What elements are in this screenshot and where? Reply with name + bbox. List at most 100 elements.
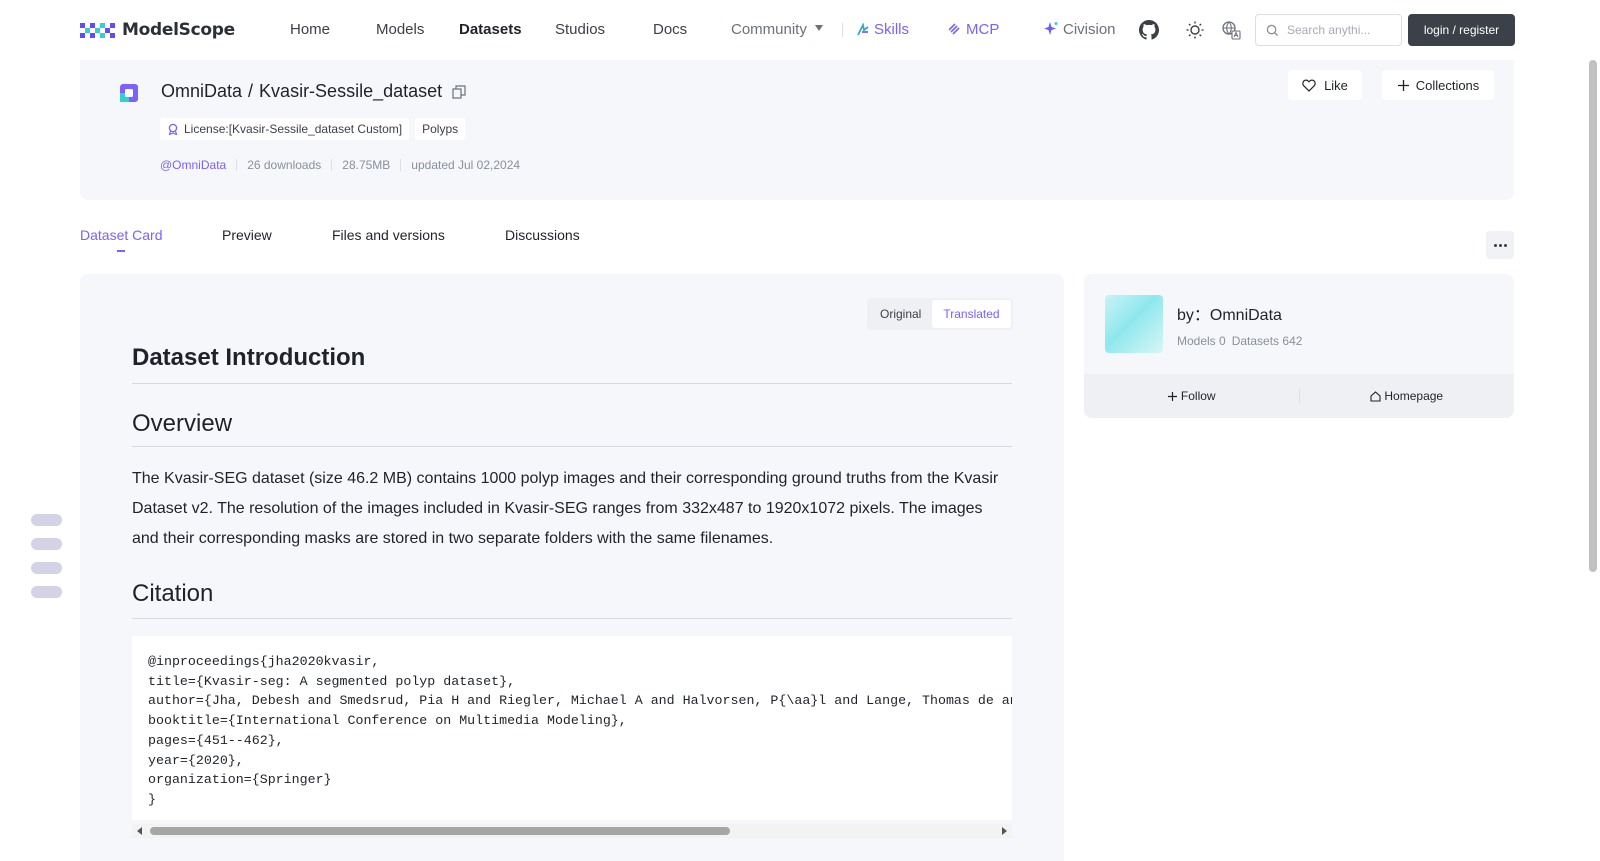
copy-icon[interactable] [452, 84, 466, 99]
dataset-owner-name[interactable]: OmniData [161, 81, 242, 102]
outline-bar [31, 562, 62, 574]
ellipsis-dot [1503, 243, 1507, 247]
tab-files-and-versions[interactable]: Files and versions [332, 227, 445, 243]
login-register-button[interactable]: login / register [1408, 14, 1515, 46]
toggle-translated[interactable]: Translated [932, 300, 1011, 328]
dataset-header: OmniData / Kvasir-Sessile_dataset Licens… [80, 60, 1514, 200]
page-scrollbar-thumb[interactable] [1589, 60, 1597, 572]
owner-link[interactable]: @OmniData [160, 158, 226, 172]
plus-icon [1167, 391, 1177, 401]
heading-divider [132, 383, 1012, 384]
dataset-card-content: Original Translated Dataset Introduction… [80, 274, 1064, 861]
license-tag[interactable]: License:[Kvasir-Sessile_dataset Custom] [160, 118, 410, 140]
active-tab-indicator [117, 250, 125, 252]
nav-docs[interactable]: Docs [653, 20, 687, 40]
brand-name: ModelScope [122, 20, 235, 40]
modelscope-logo[interactable]: ModelScope [80, 18, 235, 42]
author-name[interactable]: by：OmniData [1177, 301, 1282, 325]
nav-civision[interactable]: Civision [1043, 20, 1116, 40]
topic-tag[interactable]: Polyps [415, 118, 466, 140]
search-box[interactable] [1255, 14, 1402, 46]
nav-mcp[interactable]: MCP [946, 20, 999, 40]
like-label: Like [1324, 77, 1348, 93]
dataset-title: OmniData / Kvasir-Sessile_dataset [161, 81, 466, 102]
skills-icon [857, 23, 869, 36]
scroll-right-arrow[interactable] [1002, 827, 1007, 835]
citation-heading: Citation [132, 580, 214, 607]
author-stats: Models 0 Datasets 642 [1177, 334, 1302, 348]
updated-date: updated Jul 02,2024 [411, 158, 521, 172]
home-icon [1370, 390, 1381, 402]
nav-civision-label: Civision [1063, 21, 1116, 38]
dataset-name: Kvasir-Sessile_dataset [259, 81, 443, 101]
title-separator: / [248, 81, 254, 101]
author-avatar[interactable] [1105, 295, 1163, 353]
scrollbar-thumb[interactable] [150, 827, 730, 835]
collections-button[interactable]: Collections [1382, 70, 1494, 100]
meta-divider [236, 159, 238, 171]
download-count: 26 downloads [247, 158, 322, 172]
search-icon [1266, 24, 1279, 36]
dataset-size: 28.75MB [342, 158, 391, 172]
outline-bar [31, 538, 62, 550]
outline-bar [31, 586, 62, 598]
follow-label: Follow [1180, 389, 1216, 403]
meta-divider [400, 159, 402, 171]
author-actions: Follow Homepage [1084, 374, 1514, 418]
language-icon[interactable] [1220, 19, 1242, 41]
tab-discussions[interactable]: Discussions [505, 227, 580, 243]
more-options-button[interactable] [1486, 231, 1514, 259]
dataset-tags: License:[Kvasir-Sessile_dataset Custom] … [160, 118, 466, 140]
tab-dataset-card[interactable]: Dataset Card [80, 227, 162, 243]
citation-code-block[interactable]: @inproceedings{jha2020kvasir, title={Kva… [132, 636, 1012, 820]
page-scrollbar[interactable] [1586, 60, 1600, 861]
heading-divider [132, 618, 1012, 619]
search-input[interactable] [1287, 23, 1397, 37]
nav-studios[interactable]: Studios [555, 20, 605, 40]
author-datasets-count: Datasets 642 [1231, 334, 1303, 348]
dataset-meta: @OmniData 26 downloads 28.75MB updated J… [160, 158, 520, 172]
ellipsis-dot [1498, 243, 1502, 247]
modelscope-logo-icon [80, 23, 115, 38]
heart-icon [1302, 79, 1316, 92]
outline-bar [31, 514, 62, 526]
like-button[interactable]: Like [1288, 70, 1362, 100]
nav-mcp-label: MCP [966, 21, 1000, 38]
outline-toggle[interactable] [31, 514, 62, 610]
homepage-label: Homepage [1384, 389, 1444, 403]
plus-icon [1397, 79, 1409, 91]
nav-skills-label: Skills [874, 21, 910, 38]
chevron-down-icon [814, 25, 823, 31]
toggle-original[interactable]: Original [869, 300, 932, 328]
top-navigation: ModelScope Home Models Datasets Studios … [0, 0, 1600, 60]
overview-text: The Kvasir-SEG dataset (size 46.2 MB) co… [132, 470, 999, 547]
language-toggle: Original Translated [867, 298, 1013, 330]
nav-home[interactable]: Home [290, 20, 330, 40]
homepage-button[interactable]: Homepage [1300, 389, 1515, 403]
nav-community[interactable]: Community [731, 20, 823, 40]
dataset-avatar-icon [120, 84, 138, 102]
tab-preview[interactable]: Preview [222, 227, 272, 243]
nav-divider [842, 23, 843, 37]
follow-button[interactable]: Follow [1084, 389, 1299, 403]
github-icon[interactable] [1138, 19, 1160, 41]
mcp-icon [948, 23, 960, 35]
ellipsis-dot [1493, 243, 1497, 247]
content-title: Dataset Introduction [132, 344, 366, 371]
license-label: License:[Kvasir-Sessile_dataset Custom] [184, 122, 403, 136]
scroll-left-arrow[interactable] [137, 827, 142, 835]
theme-toggle-icon[interactable] [1184, 19, 1206, 41]
heading-divider [132, 446, 1012, 447]
author-card: by：OmniData Models 0 Datasets 642 Follow… [1084, 274, 1514, 418]
meta-divider [331, 159, 333, 171]
author-models-count: Models 0 [1177, 334, 1226, 348]
overview-heading: Overview [132, 410, 233, 437]
sparkle-icon [1044, 22, 1058, 35]
citation-code: @inproceedings{jha2020kvasir, title={Kva… [148, 654, 1012, 807]
collections-label: Collections [1415, 77, 1480, 93]
nav-datasets[interactable]: Datasets [459, 20, 522, 40]
license-icon [168, 123, 178, 135]
nav-models[interactable]: Models [376, 20, 424, 40]
code-horizontal-scrollbar[interactable] [132, 824, 1012, 838]
nav-skills[interactable]: Skills [856, 20, 909, 40]
